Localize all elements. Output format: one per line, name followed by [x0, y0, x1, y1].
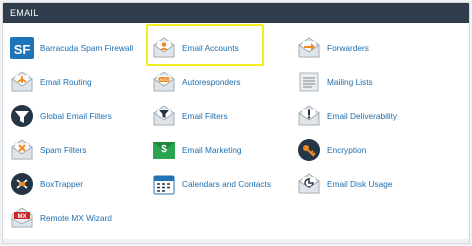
email-filters-icon	[151, 103, 177, 129]
tool-barracuda-spam-firewall[interactable]: SF Barracuda Spam Firewall	[9, 31, 151, 65]
section-header: EMAIL	[3, 3, 469, 23]
email-panel: EMAIL SF Barracuda Spam Firewall Email Ac…	[2, 2, 470, 244]
tool-calendars-and-contacts[interactable]: Calendars and Contacts	[151, 167, 296, 201]
tool-label[interactable]: Global Email Filters	[40, 111, 112, 121]
forwarders-icon	[296, 35, 322, 61]
email-deliverability-icon	[296, 103, 322, 129]
email-marketing-icon: $	[151, 137, 177, 163]
tool-label[interactable]: Email Disk Usage	[327, 179, 392, 189]
tool-label[interactable]: Spam Filters	[40, 145, 87, 155]
tool-label[interactable]: Remote MX Wizard	[40, 213, 112, 223]
tool-label[interactable]: Email Filters	[182, 111, 228, 121]
tool-email-deliverability[interactable]: Email Deliverability	[296, 99, 466, 133]
calendars-contacts-icon	[151, 171, 177, 197]
panel-footer	[3, 239, 469, 243]
tool-email-filters[interactable]: Email Filters	[151, 99, 296, 133]
tool-global-email-filters[interactable]: Global Email Filters	[9, 99, 151, 133]
mailing-lists-icon	[296, 69, 322, 95]
tool-label[interactable]: Forwarders	[327, 43, 369, 53]
tool-remote-mx-wizard[interactable]: MX Remote MX Wizard	[9, 201, 151, 235]
remote-mx-wizard-icon: MX	[9, 205, 35, 231]
tool-label[interactable]: Email Marketing	[182, 145, 241, 155]
barracuda-sf-icon: SF	[9, 35, 35, 61]
tool-autoresponders[interactable]: AUTO Autoresponders	[151, 65, 296, 99]
email-tools-grid: SF Barracuda Spam Firewall Email Accounts…	[3, 23, 469, 235]
tool-label[interactable]: Email Accounts	[182, 43, 239, 53]
email-routing-icon	[9, 69, 35, 95]
global-email-filters-icon	[9, 103, 35, 129]
email-disk-usage-icon	[296, 171, 322, 197]
autoresponders-icon: AUTO	[151, 69, 177, 95]
svg-text:MX: MX	[18, 214, 27, 220]
encryption-key-icon	[296, 137, 322, 163]
tool-email-marketing[interactable]: $ Email Marketing	[151, 133, 296, 167]
tool-mailing-lists[interactable]: Mailing Lists	[296, 65, 466, 99]
tool-label[interactable]: Autoresponders	[182, 77, 241, 87]
tool-label[interactable]: Email Deliverability	[327, 111, 397, 121]
boxtrapper-icon	[9, 171, 35, 197]
tool-email-routing[interactable]: Email Routing	[9, 65, 151, 99]
tool-forwarders[interactable]: Forwarders	[296, 31, 466, 65]
tool-boxtrapper[interactable]: BoxTrapper	[9, 167, 151, 201]
tool-email-accounts[interactable]: Email Accounts	[146, 24, 296, 66]
email-accounts-icon	[151, 35, 177, 61]
tool-spam-filters[interactable]: Spam Filters	[9, 133, 151, 167]
spam-filters-icon	[9, 137, 35, 163]
svg-text:AUTO: AUTO	[159, 78, 169, 82]
tool-label[interactable]: Barracuda Spam Firewall	[40, 43, 133, 53]
svg-text:SF: SF	[14, 42, 31, 57]
tool-label[interactable]: Email Routing	[40, 77, 92, 87]
tool-label[interactable]: Mailing Lists	[327, 77, 373, 87]
tool-label[interactable]: Encryption	[327, 145, 366, 155]
tool-email-disk-usage[interactable]: Email Disk Usage	[296, 167, 466, 201]
tool-label[interactable]: BoxTrapper	[40, 179, 83, 189]
tool-encryption[interactable]: Encryption	[296, 133, 466, 167]
svg-text:$: $	[161, 144, 167, 155]
tool-label[interactable]: Calendars and Contacts	[182, 179, 271, 189]
